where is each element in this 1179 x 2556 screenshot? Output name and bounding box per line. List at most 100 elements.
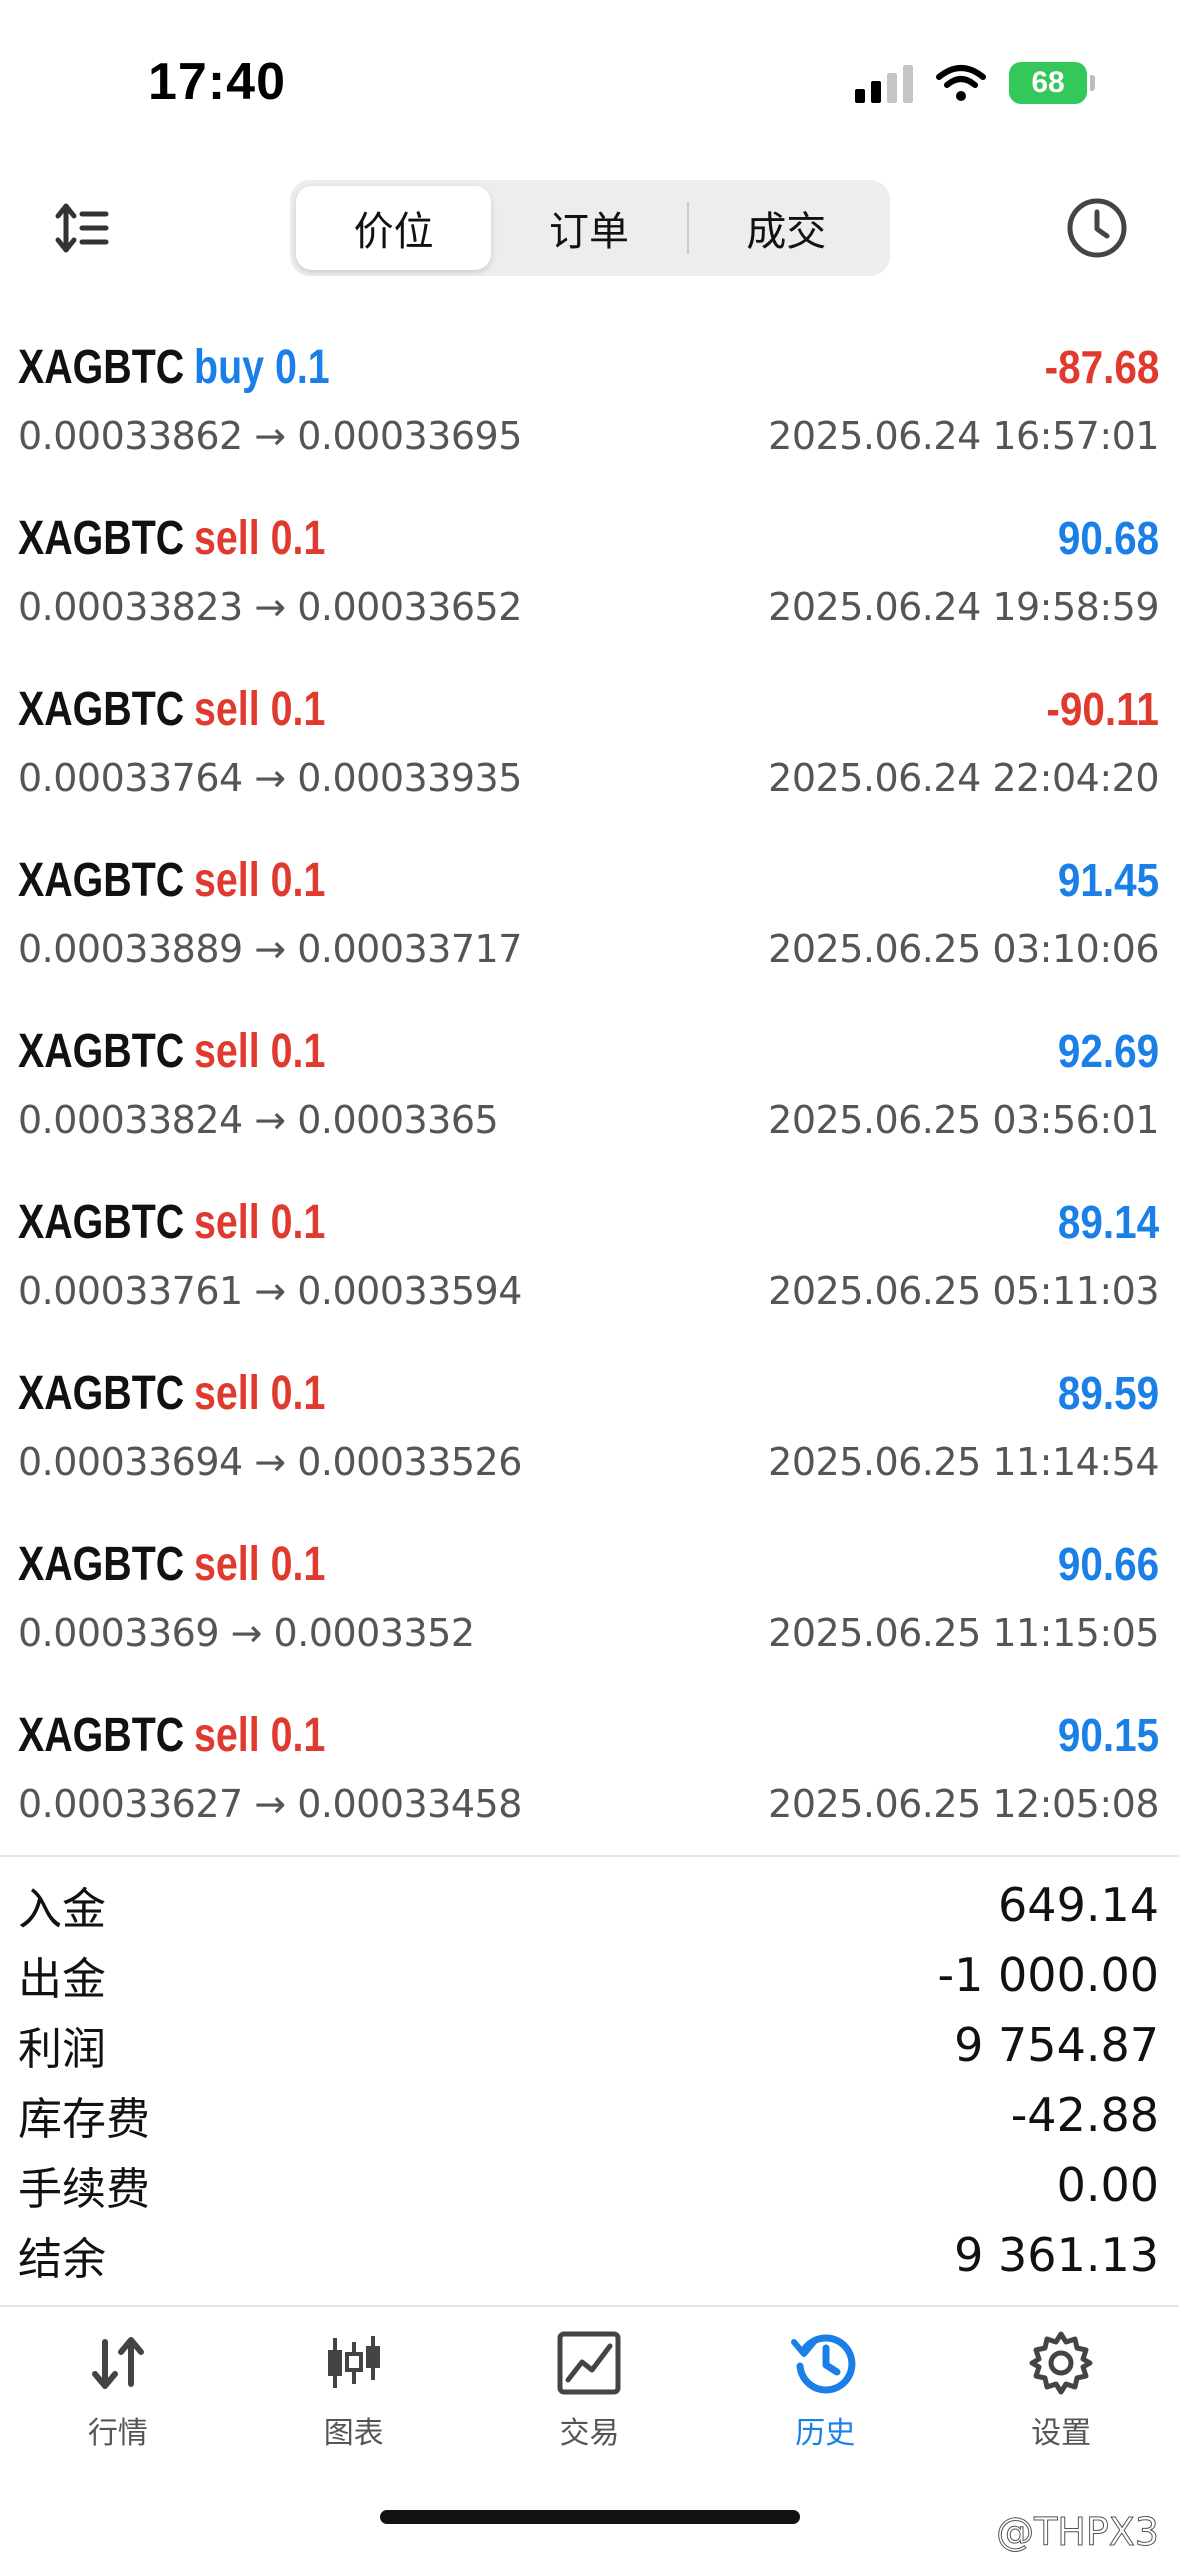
deal-prices: 0.00033889 → 0.00033717 bbox=[18, 927, 522, 971]
deal-side-text: sell bbox=[194, 512, 260, 565]
deal-prices: 0.00033824 → 0.0003365 bbox=[18, 1098, 499, 1142]
deal-symbol-line: XAGBTC sell 0.1 bbox=[18, 511, 325, 566]
deal-symbol: XAGBTC bbox=[18, 1538, 185, 1591]
deal-volume: 0.1 bbox=[270, 854, 326, 907]
summary-label: 库存费 bbox=[18, 2094, 150, 2145]
deal-profit: 89.14 bbox=[1057, 1196, 1159, 1248]
deal-profit: -90.11 bbox=[1046, 683, 1159, 735]
deal-symbol: XAGBTC bbox=[18, 1196, 185, 1249]
deal-profit: 90.66 bbox=[1057, 1538, 1159, 1590]
summary-row: 出金 -1 000.00 bbox=[0, 1940, 1179, 2010]
deal-side-text: sell bbox=[194, 1709, 260, 1762]
deal-row[interactable]: XAGBTC sell 0.1 90.68 0.00033823 → 0.000336… bbox=[0, 489, 1179, 660]
summary-label: 入金 bbox=[18, 1884, 106, 1935]
deal-row[interactable]: XAGBTC sell 0.1 91.45 0.00033889 → 0.000337… bbox=[0, 831, 1179, 1002]
deal-details: 0.00033764 → 0.00033935 2025.06.24 22:04:… bbox=[18, 756, 1159, 800]
deal-header: XAGBTC sell 0.1 90.15 bbox=[18, 1708, 1159, 1763]
deal-details: 0.00033761 → 0.00033594 2025.06.25 05:11:… bbox=[18, 1269, 1159, 1313]
history-mode-segmented-control: 价位 订单 成交 bbox=[290, 180, 890, 276]
deal-side: sell 0.1 bbox=[194, 854, 325, 907]
deal-side-text: sell bbox=[194, 1196, 260, 1249]
price-arrow: → bbox=[254, 1269, 286, 1313]
tab-settings[interactable]: 设置 bbox=[943, 2310, 1179, 2490]
price-arrow: → bbox=[254, 1440, 286, 1484]
price-arrow: → bbox=[254, 756, 286, 800]
clock-icon[interactable] bbox=[1065, 196, 1129, 260]
deal-header: XAGBTC sell 0.1 92.69 bbox=[18, 1024, 1159, 1079]
summary-row: 手续费 0.00 bbox=[0, 2150, 1179, 2220]
deal-close-price: 0.00033935 bbox=[297, 756, 522, 800]
summary-label: 手续费 bbox=[18, 2164, 150, 2215]
deal-prices: 0.00033694 → 0.00033526 bbox=[18, 1440, 522, 1484]
price-arrow: → bbox=[254, 1782, 286, 1826]
summary-value: -1 000.00 bbox=[937, 1948, 1159, 2002]
quotes-arrows-icon bbox=[91, 2337, 144, 2389]
tab-chart[interactable]: 图表 bbox=[236, 2310, 472, 2490]
deal-side: sell 0.1 bbox=[194, 1025, 325, 1078]
status-indicators: 68 bbox=[855, 62, 1095, 104]
deal-profit: 92.69 bbox=[1057, 1025, 1159, 1077]
deal-details: 0.0003369 → 0.0003352 2025.06.25 11:15:05 bbox=[18, 1611, 1159, 1655]
deal-row[interactable]: XAGBTC sell 0.1 89.14 0.00033761 → 0.000335… bbox=[0, 1173, 1179, 1344]
summary-label: 利润 bbox=[18, 2024, 106, 2075]
deal-side: buy 0.1 bbox=[194, 341, 330, 394]
deal-time: 2025.06.25 03:10:06 bbox=[768, 927, 1159, 971]
deal-row[interactable]: XAGBTC buy 0.1 -87.68 0.00033862 → 0.000336… bbox=[0, 318, 1179, 489]
deal-close-price: 0.00033652 bbox=[297, 585, 522, 629]
deal-close-price: 0.00033526 bbox=[297, 1440, 522, 1484]
account-summary: 入金 649.14 出金 -1 000.00 利润 9 754.87 库存费 -42.88 手续… bbox=[0, 1870, 1179, 2290]
deals-list: XAGBTC buy 0.1 -87.68 0.00033862 → 0.000336… bbox=[0, 318, 1179, 1857]
segment-orders[interactable]: 订单 bbox=[491, 186, 686, 270]
deal-side-text: sell bbox=[194, 1367, 260, 1420]
home-indicator[interactable] bbox=[380, 2510, 800, 2524]
price-arrow: → bbox=[254, 927, 286, 971]
deal-symbol: XAGBTC bbox=[18, 512, 185, 565]
deal-symbol: XAGBTC bbox=[18, 1025, 185, 1078]
deal-close-price: 0.00033458 bbox=[297, 1782, 522, 1826]
history-clock-icon bbox=[791, 2334, 856, 2394]
sort-icon[interactable] bbox=[52, 198, 112, 258]
deal-time: 2025.06.25 05:11:03 bbox=[768, 1269, 1159, 1313]
deal-symbol: XAGBTC bbox=[18, 1367, 185, 1420]
history-toolbar: 价位 订单 成交 bbox=[0, 180, 1179, 280]
deal-open-price: 0.00033824 bbox=[18, 1098, 243, 1142]
deal-side-text: sell bbox=[194, 1025, 260, 1078]
deal-symbol-line: XAGBTC sell 0.1 bbox=[18, 1366, 325, 1421]
deal-row[interactable]: XAGBTC sell 0.1 89.59 0.00033694 → 0.000335… bbox=[0, 1344, 1179, 1515]
deal-prices: 0.0003369 → 0.0003352 bbox=[18, 1611, 475, 1655]
deal-symbol-line: XAGBTC sell 0.1 bbox=[18, 1195, 325, 1250]
tab-label: 历史 bbox=[795, 2416, 856, 2451]
trade-chart-icon bbox=[557, 2331, 621, 2395]
deal-side: sell 0.1 bbox=[194, 1367, 325, 1420]
deal-volume: 0.1 bbox=[274, 341, 330, 394]
deal-prices: 0.00033764 → 0.00033935 bbox=[18, 756, 522, 800]
deal-row[interactable]: XAGBTC sell 0.1 90.66 0.0003369 → 0.0003352… bbox=[0, 1515, 1179, 1686]
deal-volume: 0.1 bbox=[270, 1709, 326, 1762]
deal-row[interactable]: XAGBTC sell 0.1 90.15 0.00033627 → 0.000334… bbox=[0, 1686, 1179, 1857]
segment-positions[interactable]: 价位 bbox=[296, 186, 492, 270]
tab-trade[interactable]: 交易 bbox=[472, 2310, 708, 2490]
tab-history[interactable]: 历史 bbox=[707, 2310, 943, 2490]
deal-time: 2025.06.24 16:57:01 bbox=[768, 414, 1159, 458]
deal-open-price: 0.00033761 bbox=[18, 1269, 243, 1313]
summary-value: -42.88 bbox=[1010, 2088, 1159, 2142]
deal-volume: 0.1 bbox=[270, 1196, 326, 1249]
deal-time: 2025.06.25 12:05:08 bbox=[768, 1782, 1159, 1826]
deal-details: 0.00033889 → 0.00033717 2025.06.25 03:10:… bbox=[18, 927, 1159, 971]
deal-close-price: 0.0003365 bbox=[297, 1098, 499, 1142]
summary-value: 9 754.87 bbox=[954, 2018, 1159, 2072]
divider bbox=[0, 2305, 1179, 2307]
deal-symbol-line: XAGBTC sell 0.1 bbox=[18, 1024, 325, 1079]
deal-row[interactable]: XAGBTC sell 0.1 -90.11 0.00033764 → 0.00033… bbox=[0, 660, 1179, 831]
price-arrow: → bbox=[230, 1611, 263, 1655]
segment-deals[interactable]: 成交 bbox=[689, 186, 884, 270]
deal-side: sell 0.1 bbox=[194, 683, 325, 736]
summary-row: 利润 9 754.87 bbox=[0, 2010, 1179, 2080]
deal-symbol-line: XAGBTC sell 0.1 bbox=[18, 853, 325, 908]
deal-side-text: buy bbox=[194, 341, 265, 394]
tab-label: 设置 bbox=[1031, 2416, 1092, 2451]
tab-quotes[interactable]: 行情 bbox=[0, 2310, 236, 2490]
deal-row[interactable]: XAGBTC sell 0.1 92.69 0.00033824 → 0.000336… bbox=[0, 1002, 1179, 1173]
deal-profit: 89.59 bbox=[1057, 1367, 1159, 1419]
deal-time: 2025.06.25 11:15:05 bbox=[768, 1611, 1159, 1655]
